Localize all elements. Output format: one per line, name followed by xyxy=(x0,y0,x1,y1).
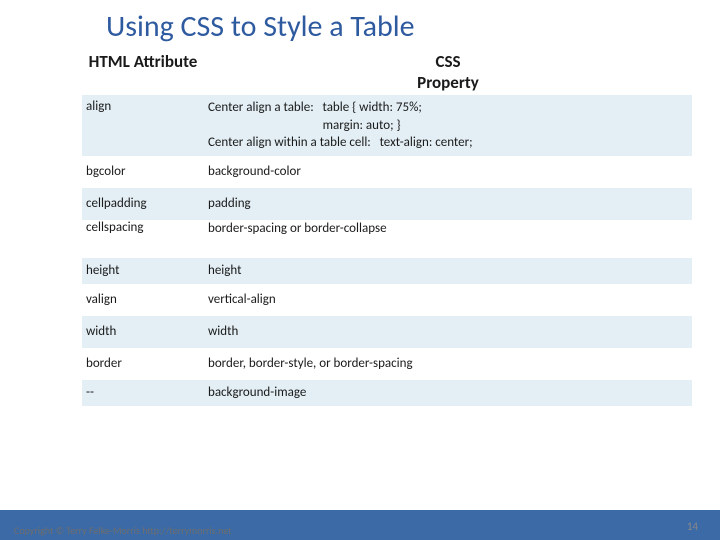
cell-css: background-image xyxy=(204,384,692,402)
cell-attr: cellpadding xyxy=(82,196,204,211)
cell-attr: align xyxy=(82,99,204,114)
table-row: -- background-image xyxy=(82,380,692,406)
table-row: width width xyxy=(82,316,692,348)
cell-css: height xyxy=(204,262,692,280)
cell-attr: valign xyxy=(82,292,204,307)
header-html-attribute: HTML Attribute xyxy=(82,49,204,95)
cell-css: padding xyxy=(204,195,692,213)
table-header: HTML Attribute CSSProperty xyxy=(82,49,692,95)
table-row: cellspacing border-spacing or border-col… xyxy=(82,220,692,258)
cell-css: width xyxy=(204,323,692,341)
header-css-property: CSSProperty xyxy=(204,49,692,95)
cell-attr: height xyxy=(82,263,204,278)
table-row: cellpadding padding xyxy=(82,188,692,220)
table-row: align Center align a table: table { widt… xyxy=(82,95,692,156)
page-title: Using CSS to Style a Table xyxy=(0,0,720,49)
cell-attr: bgcolor xyxy=(82,164,204,179)
table-row: height height xyxy=(82,258,692,284)
cell-css: background-color xyxy=(204,163,692,181)
comparison-table: HTML Attribute CSSProperty align Center … xyxy=(82,49,692,406)
table-row: valign vertical-align xyxy=(82,284,692,316)
table-row: bgcolor background-color xyxy=(82,156,692,188)
cell-css: border, border-style, or border-spacing xyxy=(204,355,692,373)
cell-attr: width xyxy=(82,324,204,339)
cell-css: vertical-align xyxy=(204,291,692,309)
cell-css: Center align a table: table { width: 75%… xyxy=(204,99,692,152)
cell-css: border-spacing or border-collapse xyxy=(204,220,692,238)
cell-attr: border xyxy=(82,356,204,371)
cell-attr: -- xyxy=(82,385,204,400)
copyright-text: Copyright © Terry Felke-Morris http://te… xyxy=(14,524,232,537)
page-number: 14 xyxy=(687,520,698,533)
cell-attr: cellspacing xyxy=(82,220,204,235)
table-row: border border, border-style, or border-s… xyxy=(82,348,692,380)
